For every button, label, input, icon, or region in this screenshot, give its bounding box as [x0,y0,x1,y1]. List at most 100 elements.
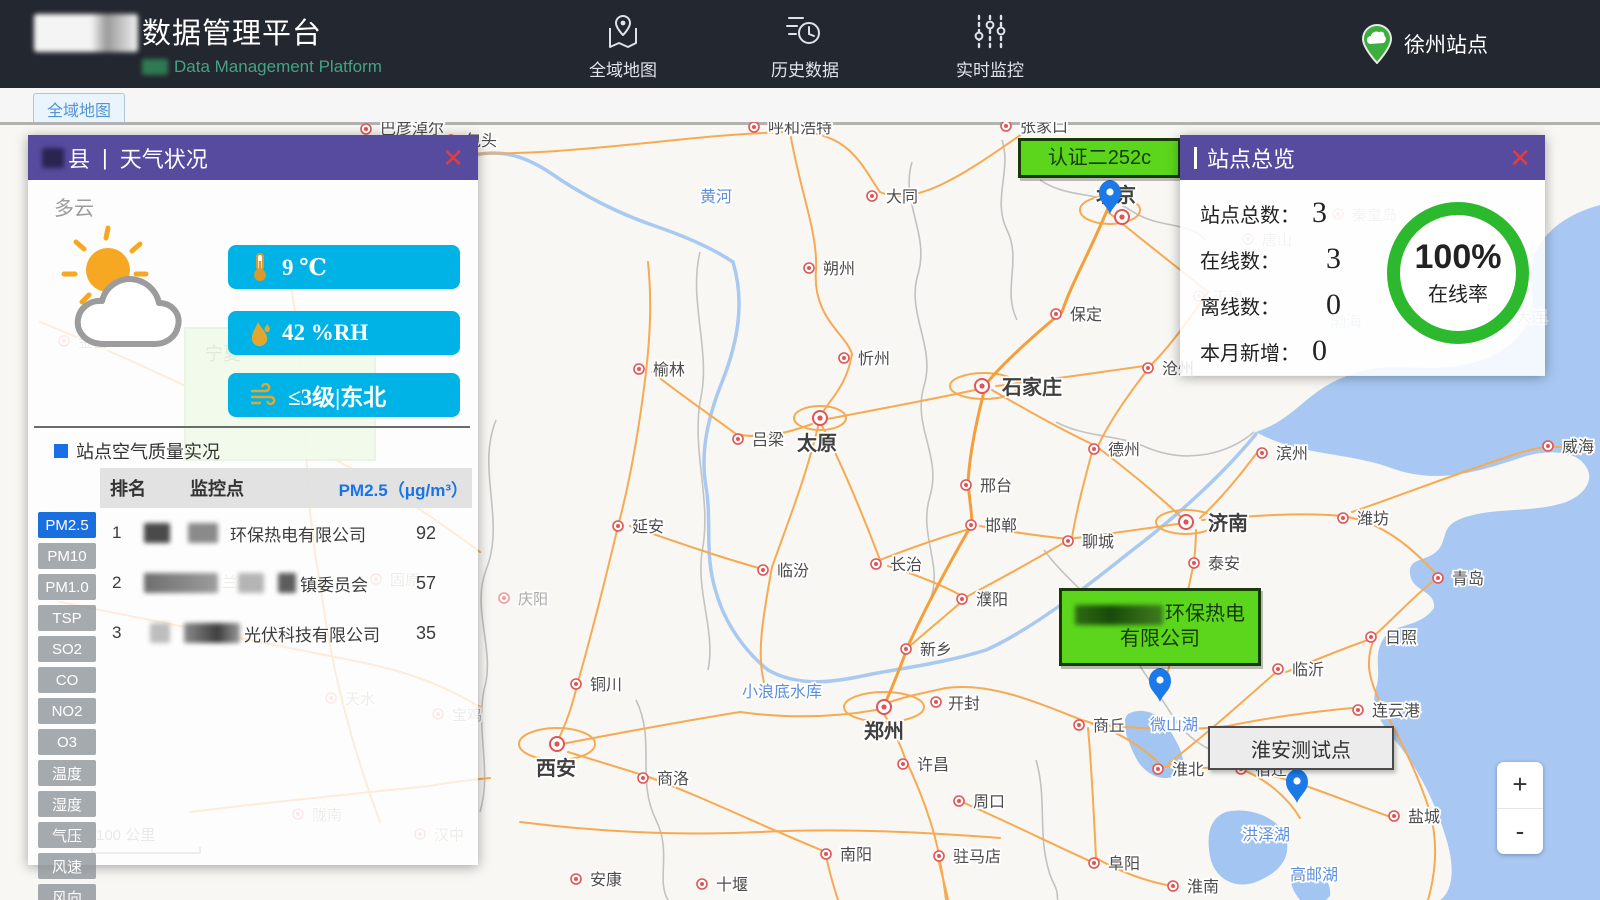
metric-tab-NO2[interactable]: NO2 [38,698,96,724]
temperature-value: 9 ℃ [282,254,327,281]
svg-text:威海: 威海 [1562,438,1594,456]
nav-label: 历史数据 [745,56,865,81]
metric-tab-PM10[interactable]: PM10 [38,543,96,569]
metric-tab-温度[interactable]: 温度 [38,760,96,786]
zoom-out-button[interactable]: - [1497,809,1543,855]
weather-panel-close-icon[interactable]: ✕ [442,145,464,171]
metric-tab-气压[interactable]: 气压 [38,822,96,848]
map-marker-huaian-test-point[interactable]: 淮安测试点 [1208,726,1394,770]
history-clock-icon [785,12,825,52]
svg-text:邯郸: 邯郸 [985,517,1017,535]
table-row[interactable]: 1 环保热电有限公司 92 [100,508,472,558]
metric-tab-PM1.0[interactable]: PM1.0 [38,574,96,600]
svg-text:张家口: 张家口 [1020,122,1068,136]
row-rank: 3 [100,623,144,643]
svg-text:邢台: 邢台 [980,477,1012,495]
weather-panel-header: 县 | 天气状况 ✕ [28,135,478,180]
app-header: 数据管理平台 Data Management Platform 全域地图 [0,0,1600,88]
row-value: 92 [416,523,472,544]
wind-value: ≤3级|东北 [288,378,386,412]
svg-text:济南: 济南 [1208,511,1248,535]
svg-text:榆林: 榆林 [653,361,685,379]
svg-text:新乡: 新乡 [920,641,952,659]
svg-text:微山湖: 微山湖 [1150,716,1198,734]
temperature-button[interactable]: 9 ℃ [228,245,460,289]
map-pin-icon [603,12,643,52]
svg-text:石家庄: 石家庄 [1001,375,1062,399]
svg-text:呼和浩特: 呼和浩特 [768,122,832,137]
svg-text:阜阳: 阜阳 [1108,855,1140,873]
svg-text:潍坊: 潍坊 [1357,510,1389,528]
site-name-redact [144,523,170,543]
marker-line1: 环保热电 [1075,602,1245,627]
svg-text:大同: 大同 [886,188,918,206]
svg-text:延安: 延安 [632,518,664,536]
overview-panel: 站点总览 ✕ 站点总数： 3 在线数： 3 离线数： 0 本月新增： [1180,135,1545,375]
stat-online-count: 在线数： 3 [1200,242,1341,276]
metric-tab-PM2.5[interactable]: PM2.5 [38,512,96,538]
row-site-name: 光伏科技有限公司 [144,621,416,646]
svg-text:濮阳: 濮阳 [976,591,1008,609]
map-marker-certified-site[interactable]: 认证二252c [1018,138,1181,178]
marker-name-redact [1075,605,1163,625]
metric-tab-风速[interactable]: 风速 [38,853,96,879]
metric-tab-SO2[interactable]: SO2 [38,636,96,662]
metric-tab-O3[interactable]: O3 [38,729,96,755]
blue-square-bullet [54,444,68,458]
droplet-icon [250,319,270,347]
svg-text:盐城: 盐城 [1408,808,1440,826]
nav-item-history-data[interactable]: 历史数据 [745,12,865,81]
map-marker-thermal-power-site[interactable]: 环保热电 有限公司 [1059,588,1261,666]
station-pin-weather-icon [1360,24,1394,64]
table-row[interactable]: 3 光伏科技有限公司 35 [100,608,472,658]
metric-tab-list: PM2.5 PM10 PM1.0 TSP SO2 CO NO2 O3 温度湿度气压风速风向 [38,512,96,900]
nav-label: 全域地图 [563,56,683,81]
app-subtitle: Data Management Platform [142,57,382,77]
nav-item-realtime-monitor[interactable]: 实时监控 [930,12,1050,81]
wind-button[interactable]: ≤3级|东北 [228,373,460,417]
station-selector[interactable]: 徐州站点 [1360,24,1488,64]
svg-text:淮南: 淮南 [1187,878,1219,896]
overview-panel-header: 站点总览 ✕ [1180,135,1545,180]
svg-text:长治: 长治 [890,556,922,574]
station-name: 徐州站点 [1404,29,1488,59]
map-water-label: 黄河 [700,188,732,206]
svg-text:西安: 西安 [536,756,576,780]
site-name-redact [188,523,218,543]
zoom-in-button[interactable]: + [1497,762,1543,809]
site-name-redact [278,573,296,593]
metric-tab-湿度[interactable]: 湿度 [38,791,96,817]
svg-text:十堰: 十堰 [716,876,748,894]
metric-tab-风向[interactable]: 风向 [38,884,96,900]
map-area: 宁夏 点 100 公里 巴彦淖尔包头黄河呼和浩特张家口北京大同朔州保定忻州榆林沧… [0,122,1600,900]
online-rate-label: 在线率 [1428,278,1488,307]
nav-item-global-map[interactable]: 全域地图 [563,12,683,81]
svg-text:小浪底水库: 小浪底水库 [742,683,822,701]
county-suffix: 县 [68,142,90,174]
site-name-redact [150,623,170,643]
row-rank: 2 [100,573,144,593]
table-row[interactable]: 2 镇委员会 57 [100,558,472,608]
marker-line2: 有限公司 [1120,627,1200,652]
app-title: 数据管理平台 [142,10,382,52]
air-quality-section-title: 站点空气质量实况 [54,438,220,464]
svg-text:淮北: 淮北 [1172,761,1204,779]
app-subtitle-text: Data Management Platform [174,57,382,77]
site-name-redact [238,573,264,593]
weather-panel: 县 | 天气状况 ✕ 多云 [28,135,478,865]
tab-global-map[interactable]: 全域地图 [33,93,125,125]
weather-condition: 多云 [54,192,94,221]
weather-panel-title: 天气状况 [120,142,208,174]
humidity-button[interactable]: 42 %RH [228,311,460,355]
col-site: 监控点 [190,475,310,501]
metric-tab-TSP[interactable]: TSP [38,605,96,631]
svg-text:商丘: 商丘 [1093,717,1125,735]
metric-tab-CO[interactable]: CO [38,667,96,693]
cloudy-sun-icon [56,222,206,352]
svg-text:太原: 太原 [797,432,837,455]
title-bar-decoration [1194,147,1197,169]
overview-panel-close-icon[interactable]: ✕ [1509,145,1531,171]
stat-total-sites: 站点总数： 3 [1200,196,1327,230]
overview-panel-title: 站点总览 [1207,142,1295,174]
svg-text:忻州: 忻州 [858,350,890,368]
